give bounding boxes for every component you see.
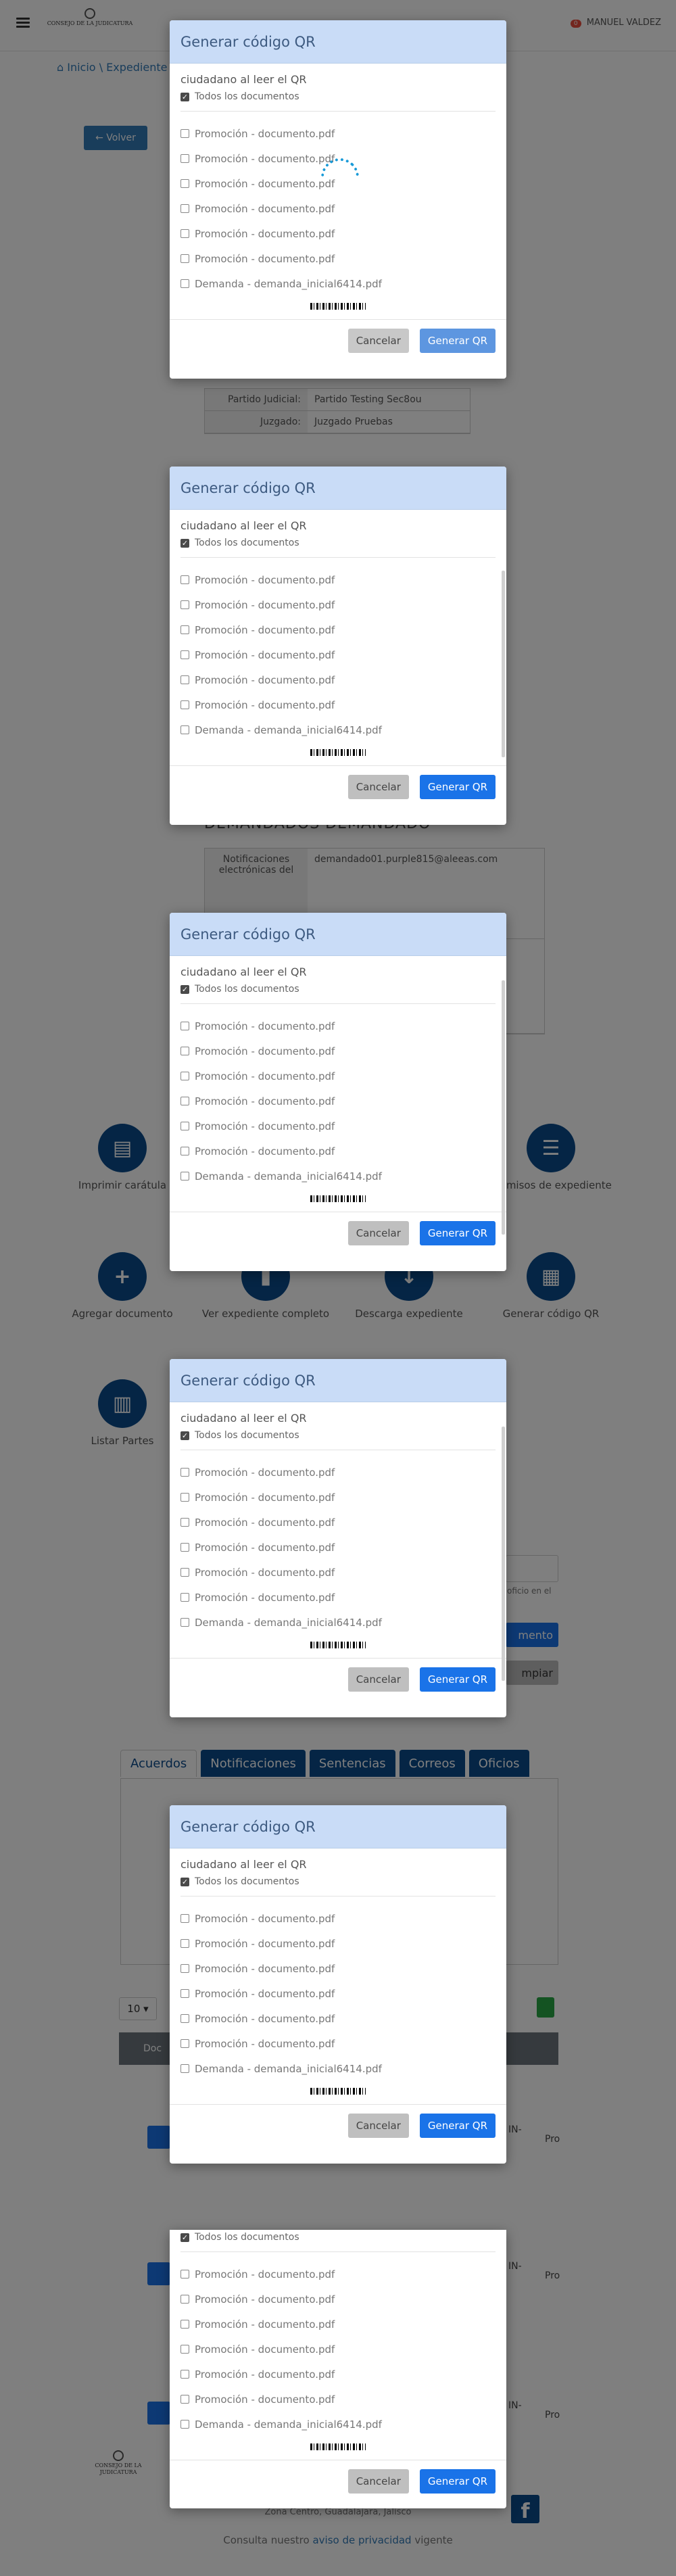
qr-modal: ✓ Todos los documentos Promoción - docume… <box>170 2230 506 2508</box>
document-checkbox[interactable]: Promoción - documento.pdf <box>180 2312 496 2337</box>
checkbox-checked-icon: ✓ <box>180 92 189 101</box>
document-checkbox[interactable]: Promoción - documento.pdf <box>180 1931 496 1956</box>
qr-code-preview <box>310 2443 366 2450</box>
document-checkbox[interactable]: Demanda - demanda_inicial6414.pdf <box>180 1610 496 1635</box>
document-checkbox[interactable]: Promoción - documento.pdf <box>180 2262 496 2287</box>
document-checkbox[interactable]: Promoción - documento.pdf <box>180 1485 496 1510</box>
document-list: Promoción - documento.pdf Promoción - do… <box>180 1460 496 1635</box>
cancel-button[interactable]: Cancelar <box>347 1667 409 1692</box>
select-all-checkbox[interactable]: ✓ Todos los documentos <box>180 535 496 550</box>
modal-title: Generar código QR <box>170 20 506 64</box>
document-checkbox[interactable]: Promoción - documento.pdf <box>180 2387 496 2412</box>
cancel-button[interactable]: Cancelar <box>347 2468 409 2494</box>
document-checkbox[interactable]: Promoción - documento.pdf <box>180 1460 496 1485</box>
document-checkbox[interactable]: Promoción - documento.pdf <box>180 617 496 642</box>
document-list: Promoción - documento.pdf Promoción - do… <box>180 1013 496 1189</box>
document-checkbox[interactable]: Demanda - demanda_inicial6414.pdf <box>180 2412 496 2437</box>
qr-modal: Generar código QR ciudadano al leer el Q… <box>170 1805 506 2164</box>
document-checkbox[interactable]: Promoción - documento.pdf <box>180 196 496 221</box>
select-all-checkbox[interactable]: ✓ Todos los documentos <box>180 89 496 104</box>
modal-hint: ciudadano al leer el QR <box>180 1858 307 1871</box>
document-checkbox[interactable]: Promoción - documento.pdf <box>180 1013 496 1039</box>
qr-code-preview <box>310 749 366 756</box>
qr-modal: Generar código QR ciudadano al leer el Q… <box>170 1359 506 1717</box>
document-checkbox[interactable]: Promoción - documento.pdf <box>180 1956 496 1981</box>
generate-qr-button[interactable]: Generar QR <box>419 1220 496 1245</box>
document-list: Promoción - documento.pdf Promoción - do… <box>180 1906 496 2081</box>
select-all-checkbox[interactable]: ✓ Todos los documentos <box>180 1874 496 1889</box>
document-checkbox[interactable]: Promoción - documento.pdf <box>180 1906 496 1931</box>
document-checkbox[interactable]: Promoción - documento.pdf <box>180 121 496 146</box>
document-checkbox[interactable]: Promoción - documento.pdf <box>180 567 496 592</box>
qr-code-preview <box>310 1195 366 1202</box>
select-all-checkbox[interactable]: ✓ Todos los documentos <box>180 1428 496 1443</box>
document-checkbox[interactable]: Promoción - documento.pdf <box>180 1535 496 1560</box>
qr-modal: Generar código QR ciudadano al leer el Q… <box>170 467 506 825</box>
qr-code-preview <box>310 303 366 310</box>
list-scrollbar[interactable] <box>502 571 505 757</box>
document-checkbox[interactable]: Promoción - documento.pdf <box>180 1981 496 2006</box>
qr-code-preview <box>310 1642 366 1648</box>
modal-title: Generar código QR <box>170 1805 506 1848</box>
document-list: Promoción - documento.pdf Promoción - do… <box>180 121 496 296</box>
document-checkbox[interactable]: Promoción - documento.pdf <box>180 1510 496 1535</box>
document-checkbox[interactable]: Demanda - demanda_inicial6414.pdf <box>180 2056 496 2081</box>
modal-title: Generar código QR <box>170 913 506 956</box>
modal-title: Generar código QR <box>170 1359 506 1402</box>
select-all-checkbox[interactable]: ✓ Todos los documentos <box>180 2230 496 2245</box>
document-checkbox[interactable]: Promoción - documento.pdf <box>180 1585 496 1610</box>
document-checkbox[interactable]: Promoción - documento.pdf <box>180 246 496 271</box>
generate-qr-button[interactable]: Generar QR <box>419 2113 496 2138</box>
list-scrollbar[interactable] <box>502 1427 505 1681</box>
document-checkbox[interactable]: Promoción - documento.pdf <box>180 1089 496 1114</box>
document-checkbox[interactable]: Promoción - documento.pdf <box>180 1114 496 1139</box>
list-scrollbar[interactable] <box>502 980 505 1235</box>
cancel-button[interactable]: Cancelar <box>347 774 409 799</box>
document-checkbox[interactable]: Promoción - documento.pdf <box>180 667 496 692</box>
document-checkbox[interactable]: Promoción - documento.pdf <box>180 1560 496 1585</box>
document-checkbox[interactable]: Promoción - documento.pdf <box>180 1139 496 1164</box>
cancel-button[interactable]: Cancelar <box>347 1220 409 1245</box>
checkbox-checked-icon: ✓ <box>180 538 189 548</box>
cancel-button[interactable]: Cancelar <box>347 2113 409 2138</box>
document-list: Promoción - documento.pdf Promoción - do… <box>180 2262 496 2437</box>
generate-qr-button[interactable]: Generar QR <box>419 1667 496 1692</box>
document-checkbox[interactable]: Promoción - documento.pdf <box>180 1064 496 1089</box>
qr-code-preview <box>310 2088 366 2095</box>
document-checkbox[interactable]: Promoción - documento.pdf <box>180 2006 496 2031</box>
document-checkbox[interactable]: Promoción - documento.pdf <box>180 1039 496 1064</box>
generate-qr-button[interactable]: Generar QR <box>419 2468 496 2494</box>
document-checkbox[interactable]: Promoción - documento.pdf <box>180 2287 496 2312</box>
qr-modal: Generar código QR ciudadano al leer el Q… <box>170 20 506 379</box>
generate-qr-button[interactable]: Generar QR <box>419 774 496 799</box>
document-checkbox[interactable]: Demanda - demanda_inicial6414.pdf <box>180 271 496 296</box>
modal-hint: ciudadano al leer el QR <box>180 519 307 532</box>
modal-hint: ciudadano al leer el QR <box>180 1412 307 1425</box>
modal-title: Generar código QR <box>170 467 506 510</box>
checkbox-checked-icon: ✓ <box>180 1877 189 1886</box>
qr-modal: Generar código QR ciudadano al leer el Q… <box>170 913 506 1271</box>
document-checkbox[interactable]: Promoción - documento.pdf <box>180 642 496 667</box>
checkbox-checked-icon: ✓ <box>180 2233 189 2242</box>
modal-backdrop[interactable] <box>0 0 676 2576</box>
document-checkbox[interactable]: Demanda - demanda_inicial6414.pdf <box>180 1164 496 1189</box>
generate-qr-button[interactable]: Generar QR <box>419 328 496 353</box>
cancel-button[interactable]: Cancelar <box>347 328 409 353</box>
document-checkbox[interactable]: Promoción - documento.pdf <box>180 2031 496 2056</box>
modal-hint: ciudadano al leer el QR <box>180 73 307 86</box>
document-checkbox[interactable]: Promoción - documento.pdf <box>180 592 496 617</box>
checkbox-checked-icon: ✓ <box>180 984 189 994</box>
select-all-checkbox[interactable]: ✓ Todos los documentos <box>180 982 496 997</box>
document-checkbox[interactable]: Promoción - documento.pdf <box>180 692 496 717</box>
document-checkbox[interactable]: Demanda - demanda_inicial6414.pdf <box>180 717 496 742</box>
document-checkbox[interactable]: Promoción - documento.pdf <box>180 2362 496 2387</box>
document-list: Promoción - documento.pdf Promoción - do… <box>180 567 496 742</box>
modal-hint: ciudadano al leer el QR <box>180 965 307 978</box>
document-checkbox[interactable]: Promoción - documento.pdf <box>180 2337 496 2362</box>
document-checkbox[interactable]: Promoción - documento.pdf <box>180 221 496 246</box>
checkbox-checked-icon: ✓ <box>180 1431 189 1440</box>
